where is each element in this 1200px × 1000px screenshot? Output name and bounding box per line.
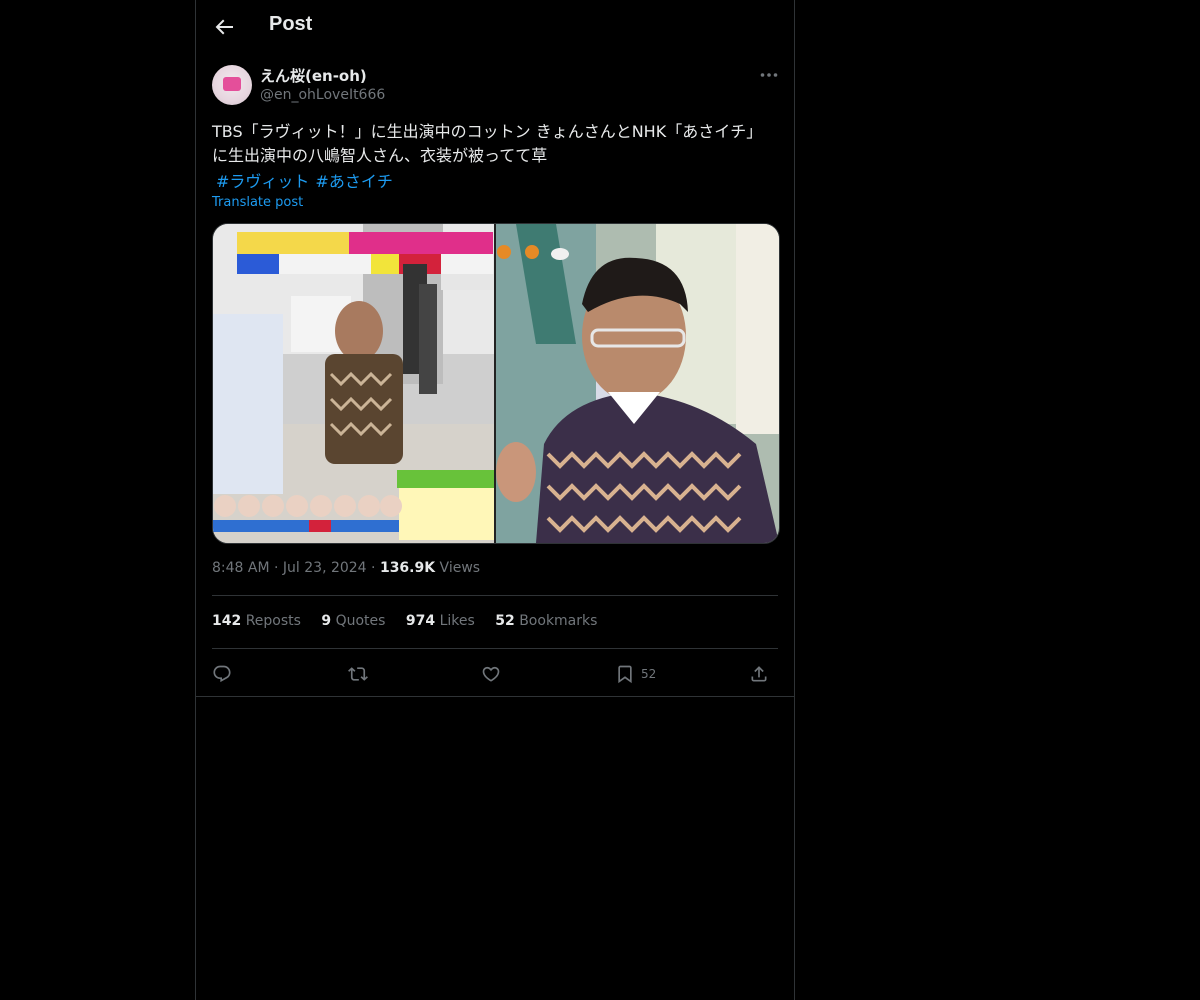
post-text: TBS「ラヴィット！」に生出演中のコットン きょんさんとNHK「あさイチ」に生出… — [212, 122, 763, 165]
post-detail-column: Post えん桜(en-oh) @en_ohLoveIt666 TBS「ラヴィッ… — [195, 0, 795, 1000]
bookmark-button[interactable]: 52 — [615, 660, 656, 688]
share-icon — [751, 666, 767, 682]
bookmarks-stat[interactable]: 52 Bookmarks — [495, 613, 597, 629]
likes-label: Likes — [439, 613, 475, 629]
divider — [212, 595, 778, 596]
quotes-stat[interactable]: 9 Quotes — [321, 613, 385, 629]
hashtags: #ラヴィット #あさイチ — [216, 168, 399, 192]
divider — [196, 696, 794, 697]
views-count: 136.9K — [379, 560, 436, 576]
avatar-badge-graphic — [223, 77, 241, 91]
like-button[interactable] — [481, 660, 501, 688]
like-icon — [482, 666, 500, 682]
views-label: Views — [439, 560, 481, 576]
post-media[interactable] — [212, 223, 780, 544]
meta-separator: · — [274, 560, 279, 576]
back-arrow-icon[interactable] — [212, 15, 236, 39]
bookmarks-label: Bookmarks — [519, 613, 598, 629]
share-button[interactable] — [749, 660, 769, 688]
divider — [212, 648, 778, 649]
page-title: Post — [269, 13, 313, 35]
media-image-left[interactable] — [213, 224, 494, 543]
media-image-right[interactable] — [496, 224, 779, 543]
hashtag-link[interactable]: #あさイチ — [315, 172, 392, 191]
bookmarks-count: 52 — [495, 613, 515, 629]
author-handle[interactable]: @en_ohLoveIt666 — [260, 87, 385, 103]
post-meta: 8:48 AM · Jul 23, 2024 · 136.9K Views — [212, 560, 480, 576]
likes-count: 974 — [405, 613, 436, 629]
reposts-label: Reposts — [245, 613, 301, 629]
author-display-name[interactable]: えん桜(en-oh) — [260, 65, 367, 86]
hashtag-link[interactable]: #ラヴィット — [216, 172, 309, 191]
repost-icon — [348, 667, 368, 681]
reposts-count: 142 — [212, 613, 242, 629]
reply-icon — [213, 665, 231, 683]
likes-stat[interactable]: 974 Likes — [406, 613, 475, 629]
bookmark-count: 52 — [641, 667, 657, 681]
post-stats: 142 Reposts 9 Quotes 974 Likes 52 Bookma… — [212, 613, 613, 629]
reposts-stat[interactable]: 142 Reposts — [212, 613, 301, 629]
post-time[interactable]: 8:48 AM — [212, 560, 270, 576]
post-date[interactable]: Jul 23, 2024 — [283, 560, 367, 576]
quotes-label: Quotes — [335, 613, 386, 629]
action-bar: 52 — [212, 660, 778, 688]
meta-separator: · — [371, 560, 376, 576]
quotes-count: 9 — [321, 613, 332, 629]
avatar[interactable] — [212, 65, 252, 105]
header: Post — [196, 0, 794, 54]
reply-button[interactable] — [212, 660, 232, 688]
bookmark-icon — [618, 665, 632, 684]
repost-button[interactable] — [348, 660, 368, 688]
translate-post-link[interactable]: Translate post — [212, 195, 303, 210]
more-icon[interactable] — [758, 66, 780, 84]
